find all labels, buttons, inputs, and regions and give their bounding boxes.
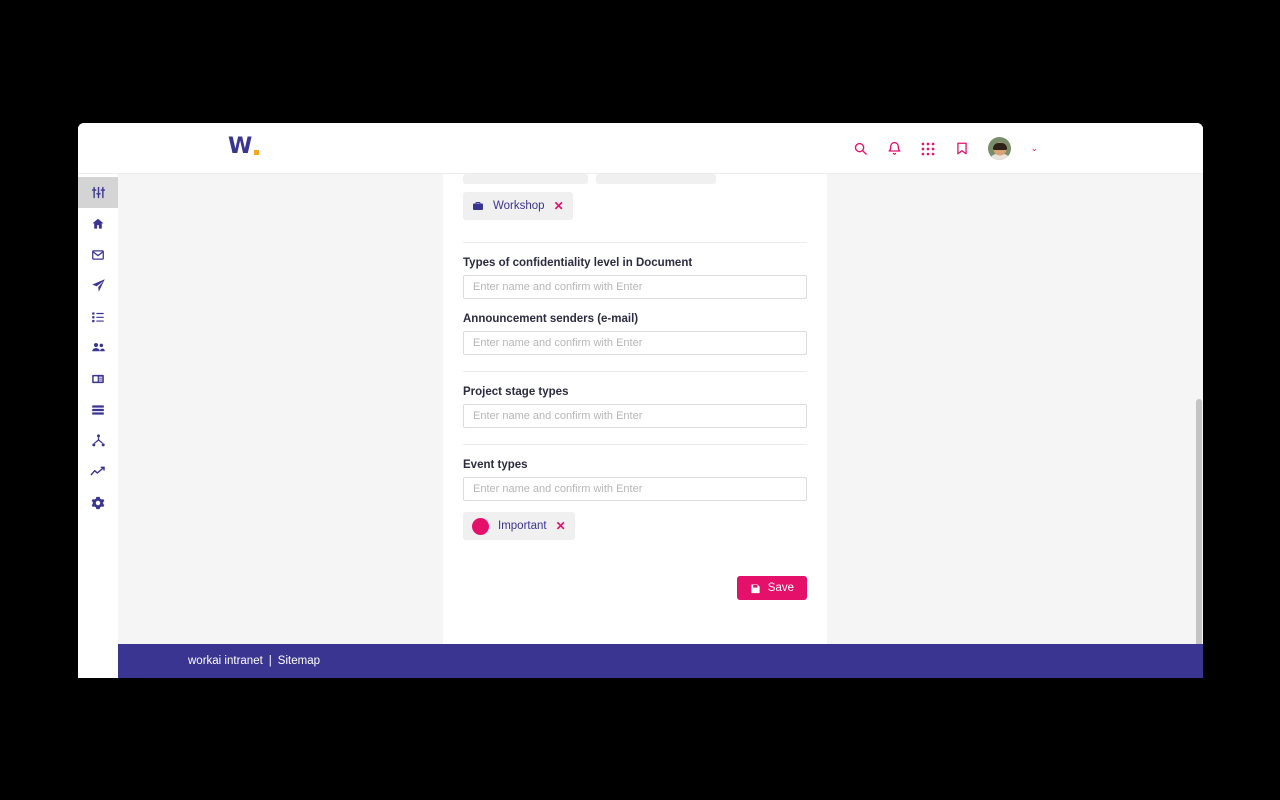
field-confidentiality-level: Types of confidentiality level in Docume…: [463, 243, 807, 299]
floppy-disk-icon: [750, 583, 761, 594]
workshop-tag-remove-icon[interactable]: ✕: [554, 200, 564, 212]
sidebar-item-home[interactable]: [78, 208, 118, 239]
avatar[interactable]: [988, 137, 1012, 160]
clipped-tags-row: [463, 174, 807, 184]
important-tag[interactable]: Important ✕: [463, 512, 575, 540]
confidentiality-level-input[interactable]: [463, 275, 807, 299]
settings-card: Workshop ✕ Types of confidentiality leve…: [443, 174, 827, 676]
grid-apps-icon[interactable]: [918, 139, 938, 159]
color-swatch-icon: [472, 517, 489, 535]
sidebar-item-analytics[interactable]: [78, 456, 118, 487]
field-announcement-senders: Announcement senders (e-mail): [463, 299, 807, 355]
sidebar-item-structure[interactable]: [78, 425, 118, 456]
announcement-senders-input[interactable]: [463, 331, 807, 355]
logo[interactable]: W: [228, 136, 259, 158]
sidebar-item-configuration[interactable]: [78, 487, 118, 518]
workshop-tag-label: Workshop: [493, 200, 545, 212]
chevron-down-icon[interactable]: ⌄: [1030, 144, 1038, 153]
important-tag-remove-icon[interactable]: ✕: [556, 520, 566, 532]
field-label: Event types: [463, 459, 528, 471]
sidebar-item-settings-sliders[interactable]: [78, 177, 118, 208]
sidebar-item-send[interactable]: [78, 270, 118, 301]
sidebar: [78, 174, 118, 678]
workshop-tag[interactable]: Workshop ✕: [463, 192, 573, 220]
field-label: Project stage types: [463, 386, 569, 398]
event-types-input[interactable]: [463, 477, 807, 501]
important-tag-label: Important: [498, 520, 547, 532]
app-header: W ⌄: [78, 123, 1203, 174]
save-button[interactable]: Save: [736, 576, 807, 600]
clipped-chip-1[interactable]: [463, 174, 588, 184]
clipped-chip-2[interactable]: [596, 174, 716, 184]
field-event-types: Event types: [463, 445, 807, 501]
footer: workai intranet | Sitemap: [118, 644, 1203, 678]
footer-content: workai intranet | Sitemap: [188, 655, 320, 667]
sidebar-item-mail[interactable]: [78, 239, 118, 270]
briefcase-icon: [472, 200, 484, 212]
sidebar-item-directory[interactable]: [78, 394, 118, 425]
sidebar-item-people[interactable]: [78, 332, 118, 363]
page-body: Workshop ✕ Types of confidentiality leve…: [118, 174, 1203, 678]
logo-dot: [253, 150, 259, 155]
bell-icon[interactable]: [884, 139, 904, 159]
footer-separator: |: [268, 655, 272, 667]
scrollbar-thumb[interactable]: [1196, 399, 1202, 678]
header-actions: ⌄: [850, 123, 1038, 174]
avatar-hair: [992, 142, 1007, 150]
sidebar-item-tasks[interactable]: [78, 301, 118, 332]
bookmark-icon[interactable]: [952, 139, 972, 159]
save-button-label: Save: [767, 582, 794, 594]
browser-window: W ⌄ Workshop ✕ Types of confidentiality …: [78, 123, 1203, 678]
save-row: Save: [463, 576, 807, 600]
field-project-stage-types: Project stage types: [463, 372, 807, 428]
event-tag-row: Important ✕: [463, 512, 807, 540]
workshop-tag-row: Workshop ✕: [463, 192, 807, 220]
search-icon[interactable]: [850, 139, 870, 159]
logo-letter: W: [228, 134, 252, 159]
sidebar-item-news[interactable]: [78, 363, 118, 394]
footer-sitemap-link[interactable]: Sitemap: [278, 655, 320, 667]
scrollbar-track[interactable]: [1195, 225, 1203, 678]
project-stage-types-input[interactable]: [463, 404, 807, 428]
footer-brand-link[interactable]: workai intranet: [188, 655, 263, 667]
field-label: Types of confidentiality level in Docume…: [463, 257, 693, 269]
field-label: Announcement senders (e-mail): [463, 313, 639, 325]
